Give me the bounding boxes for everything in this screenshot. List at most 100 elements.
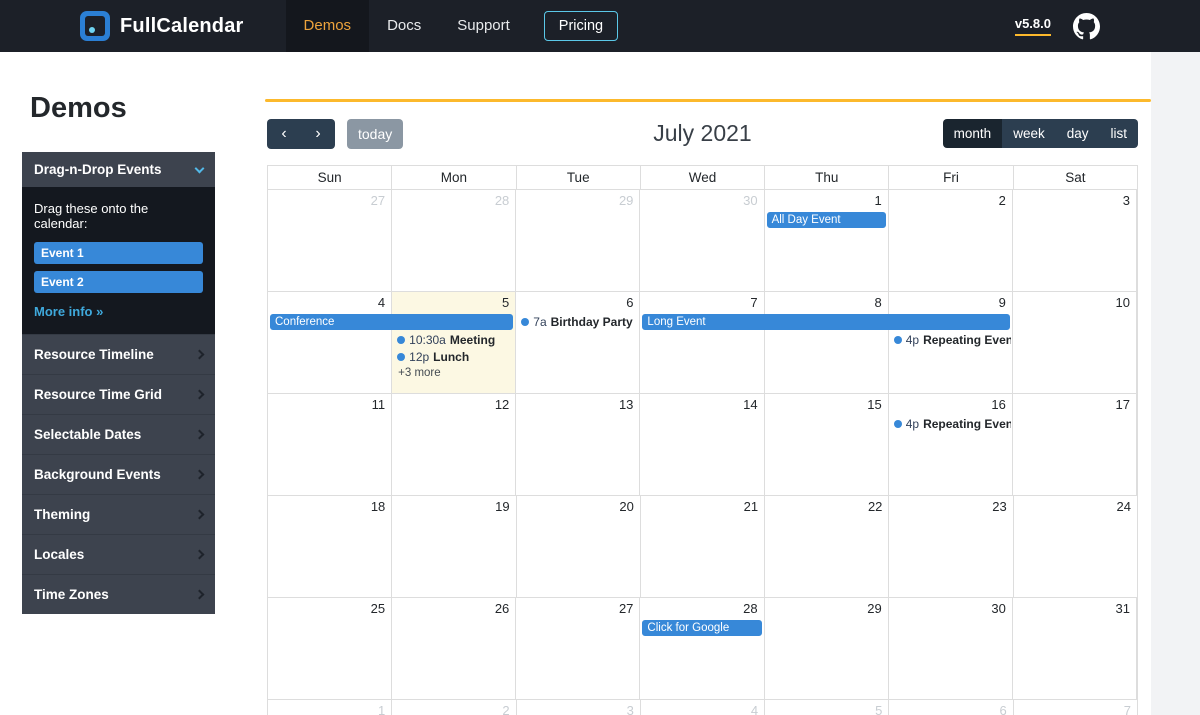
day-cell[interactable]: 25: [268, 598, 393, 699]
day-number[interactable]: 15: [867, 397, 881, 412]
nav-link-docs[interactable]: Docs: [369, 0, 439, 52]
day-number[interactable]: 27: [619, 601, 633, 616]
day-cell[interactable]: 4: [268, 292, 393, 393]
day-number[interactable]: 9: [999, 295, 1006, 310]
day-cell[interactable]: 7: [640, 292, 765, 393]
day-number[interactable]: 24: [1117, 499, 1131, 514]
day-cell[interactable]: 21: [641, 496, 766, 597]
day-cell[interactable]: 3: [1013, 190, 1137, 291]
day-header-tue[interactable]: Tue: [517, 166, 641, 189]
event-conference[interactable]: Conference: [270, 314, 514, 330]
day-number[interactable]: 30: [743, 193, 757, 208]
event-click-for-google[interactable]: Click for Google: [642, 620, 762, 636]
day-number[interactable]: 3: [627, 703, 634, 715]
more-info-link[interactable]: More info »: [34, 304, 103, 319]
day-number[interactable]: 28: [743, 601, 757, 616]
day-header-wed[interactable]: Wed: [641, 166, 766, 189]
day-cell[interactable]: 29: [516, 190, 641, 291]
day-cell[interactable]: 3: [517, 700, 641, 715]
day-number[interactable]: 29: [619, 193, 633, 208]
sidebar-item-background-events[interactable]: Background Events: [22, 454, 215, 494]
day-cell[interactable]: 1: [765, 190, 889, 291]
view-button-list[interactable]: list: [1099, 119, 1138, 148]
day-cell[interactable]: 20: [517, 496, 641, 597]
day-header-mon[interactable]: Mon: [392, 166, 517, 189]
brand[interactable]: FullCalendar: [80, 11, 244, 41]
day-number[interactable]: 1: [874, 193, 881, 208]
day-cell[interactable]: 18: [268, 496, 393, 597]
sidebar-item-resource-time-grid[interactable]: Resource Time Grid: [22, 374, 215, 414]
day-number[interactable]: 18: [371, 499, 385, 514]
more-events-link[interactable]: +3 more: [392, 367, 441, 382]
sidebar-item-selectable-dates[interactable]: Selectable Dates: [22, 414, 215, 454]
next-button[interactable]: ›: [301, 118, 335, 149]
day-cell[interactable]: 13: [516, 394, 641, 495]
day-number[interactable]: 21: [744, 499, 758, 514]
day-number[interactable]: 27: [371, 193, 385, 208]
sidebar-item-locales[interactable]: Locales: [22, 534, 215, 574]
day-number[interactable]: 25: [371, 601, 385, 616]
day-number[interactable]: 13: [619, 397, 633, 412]
day-cell[interactable]: 2: [392, 700, 517, 715]
day-number[interactable]: 1: [378, 703, 385, 715]
day-number[interactable]: 11: [372, 397, 386, 412]
day-cell[interactable]: 11: [268, 394, 393, 495]
day-cell[interactable]: 6: [516, 292, 641, 393]
day-number[interactable]: 3: [1123, 193, 1130, 208]
day-cell[interactable]: 16: [889, 394, 1013, 495]
day-cell[interactable]: 28: [640, 598, 765, 699]
day-number[interactable]: 31: [1116, 601, 1130, 616]
day-cell[interactable]: 15: [765, 394, 889, 495]
nav-link-demos[interactable]: Demos: [285, 0, 370, 52]
day-header-sat[interactable]: Sat: [1014, 166, 1137, 189]
day-cell[interactable]: 30: [889, 598, 1013, 699]
day-number[interactable]: 29: [867, 601, 881, 616]
day-cell[interactable]: 19: [392, 496, 517, 597]
day-cell[interactable]: 28: [392, 190, 517, 291]
day-cell[interactable]: 27: [268, 190, 393, 291]
day-number[interactable]: 17: [1116, 397, 1130, 412]
day-cell[interactable]: 8: [765, 292, 889, 393]
sidebar-item-drag-n-drop-events[interactable]: Drag-n-Drop Events: [22, 152, 215, 187]
draggable-event-2[interactable]: Event 2: [34, 271, 203, 293]
draggable-event-1[interactable]: Event 1: [34, 242, 203, 264]
day-cell[interactable]: 17: [1013, 394, 1137, 495]
day-number[interactable]: 10: [1116, 295, 1130, 310]
day-number[interactable]: 6: [626, 295, 633, 310]
prev-button[interactable]: ‹: [267, 118, 301, 149]
day-cell[interactable]: 31: [1013, 598, 1137, 699]
day-cell[interactable]: 30: [640, 190, 765, 291]
day-number[interactable]: 5: [875, 703, 882, 715]
day-number[interactable]: 28: [495, 193, 509, 208]
day-header-fri[interactable]: Fri: [889, 166, 1014, 189]
day-number[interactable]: 5: [502, 295, 509, 310]
day-cell[interactable]: 4: [641, 700, 766, 715]
day-cell[interactable]: 22: [765, 496, 890, 597]
day-cell[interactable]: 7: [1014, 700, 1137, 715]
event-birthday-party[interactable]: 7a Birthday Party: [516, 314, 638, 330]
view-button-week[interactable]: week: [1002, 119, 1056, 148]
view-button-month[interactable]: month: [942, 119, 1003, 148]
day-number[interactable]: 26: [495, 601, 509, 616]
day-cell[interactable]: 27: [516, 598, 641, 699]
sidebar-item-theming[interactable]: Theming: [22, 494, 215, 534]
day-cell[interactable]: 14: [640, 394, 765, 495]
version-link[interactable]: v5.8.0: [1014, 16, 1051, 36]
nav-link-support[interactable]: Support: [439, 0, 528, 52]
day-number[interactable]: 22: [868, 499, 882, 514]
day-number[interactable]: 19: [495, 499, 509, 514]
day-number[interactable]: 7: [1124, 703, 1131, 715]
day-number[interactable]: 8: [874, 295, 881, 310]
day-number[interactable]: 7: [750, 295, 757, 310]
day-cell[interactable]: 29: [765, 598, 889, 699]
event-repeating-event[interactable]: 4p Repeating Event: [889, 416, 1011, 432]
day-cell[interactable]: 2: [889, 190, 1013, 291]
day-header-sun[interactable]: Sun: [268, 166, 393, 189]
day-cell[interactable]: 10: [1013, 292, 1137, 393]
event-lunch[interactable]: 12p Lunch: [392, 349, 514, 365]
day-cell[interactable]: 5: [765, 700, 890, 715]
day-number[interactable]: 20: [619, 499, 633, 514]
github-icon[interactable]: [1073, 12, 1100, 40]
today-button[interactable]: today: [347, 118, 404, 149]
day-number[interactable]: 2: [999, 193, 1006, 208]
